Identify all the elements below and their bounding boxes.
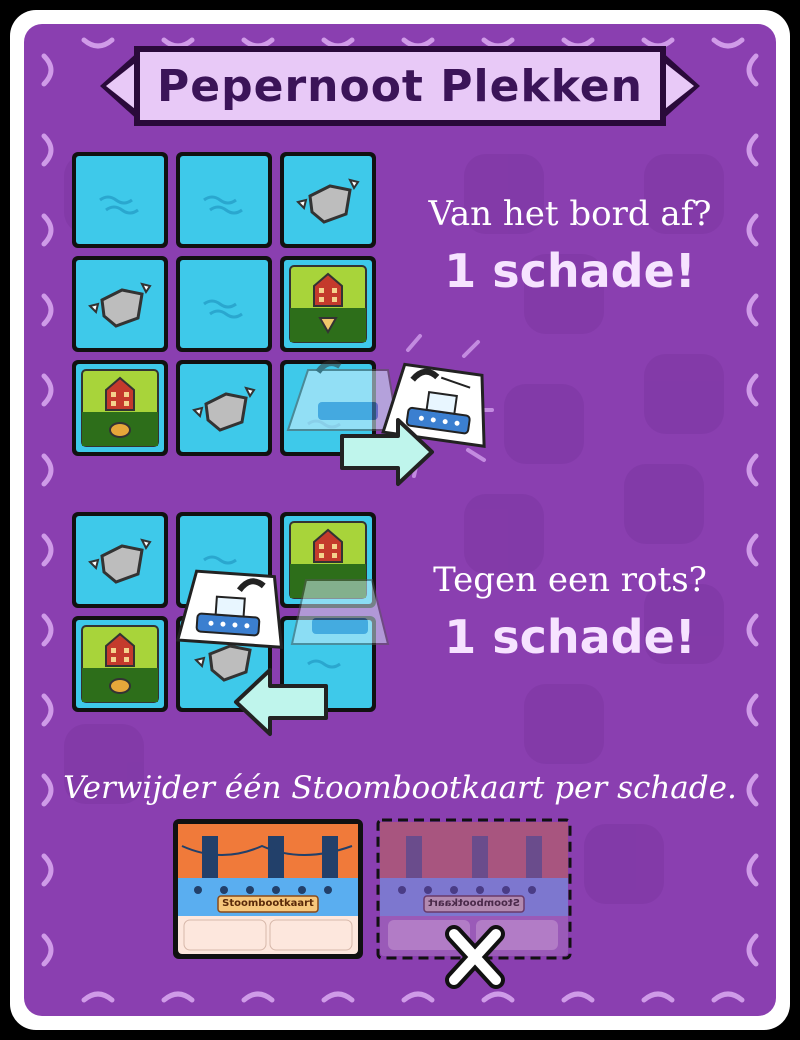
island-house-tile	[72, 616, 168, 712]
off-board-ship-move	[286, 334, 494, 486]
rule-off-board-damage: 1 schade!	[444, 244, 696, 298]
rock-tile	[280, 152, 376, 248]
rule-off-board: Van het bord af? 1 schade!	[400, 194, 740, 298]
water-tile	[176, 256, 272, 352]
rule-rock-damage: 1 schade!	[444, 610, 696, 664]
rock-tile	[72, 256, 168, 352]
rock-tile	[176, 360, 272, 456]
rule-off-board-question: Van het bord af?	[428, 194, 712, 234]
steamboat-card-label: Stoombootkaart	[222, 898, 314, 909]
rule-rock-question: Tegen een rots?	[433, 560, 707, 600]
water-tile	[176, 152, 272, 248]
water-tile	[72, 152, 168, 248]
remove-x-mark-icon	[445, 925, 505, 989]
rule-rock: Tegen een rots? 1 schade!	[400, 560, 740, 664]
rock-ship-move	[176, 569, 390, 736]
island-house-tile	[72, 360, 168, 456]
removed-card-label: Stoombootkaart	[428, 898, 520, 909]
rock-tile	[72, 512, 168, 608]
steamboat-card: Stoombootkaart	[172, 818, 364, 960]
footer-instruction: Verwijder één Stoombootkaart per schade.	[63, 770, 737, 806]
page-title: Pepernoot Plekken	[157, 60, 643, 112]
